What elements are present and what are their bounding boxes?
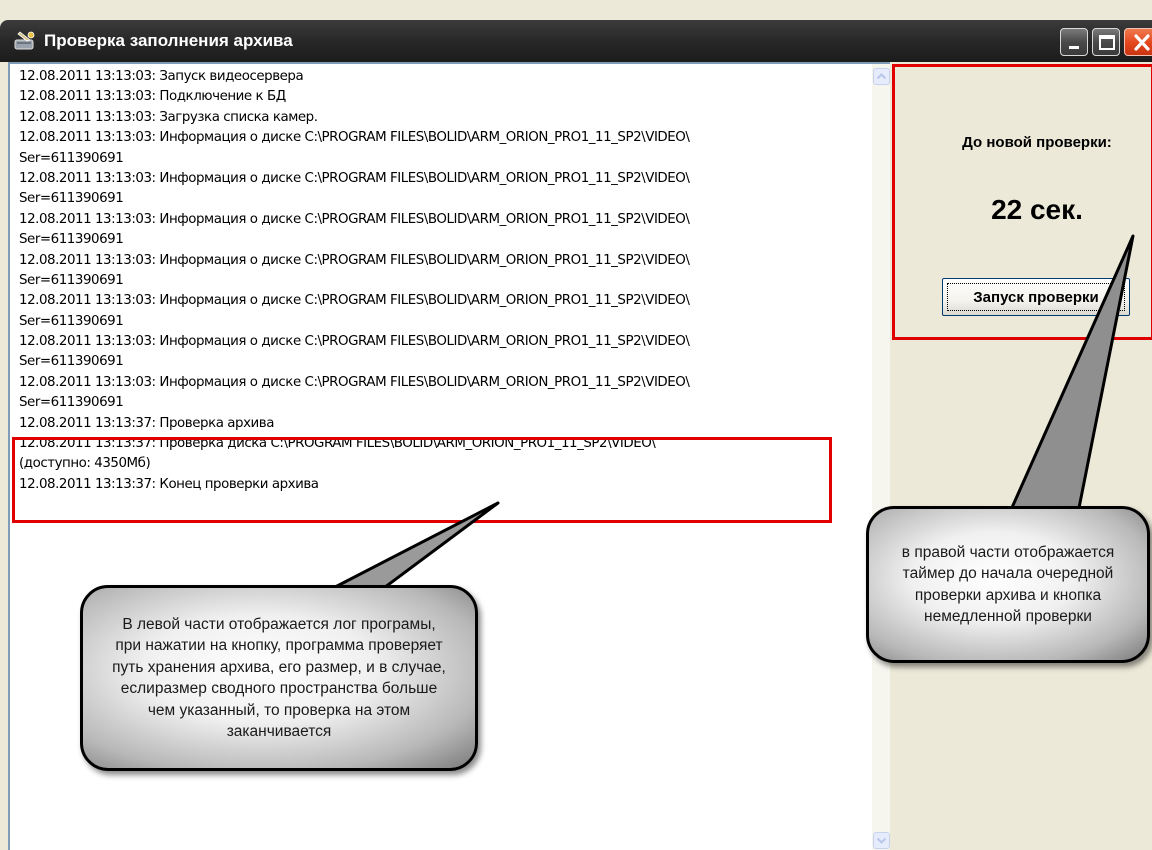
callout-left: В левой части отображается лог програмы,… [80,585,478,771]
app-window: Проверка заполнения архива 12.08.2011 13… [0,0,1152,850]
callout-right-text: в правой части отображается таймер до на… [901,543,1115,626]
callout-left-text: В левой части отображается лог програмы,… [112,615,446,741]
callout-right: в правой части отображается таймер до на… [866,506,1150,663]
